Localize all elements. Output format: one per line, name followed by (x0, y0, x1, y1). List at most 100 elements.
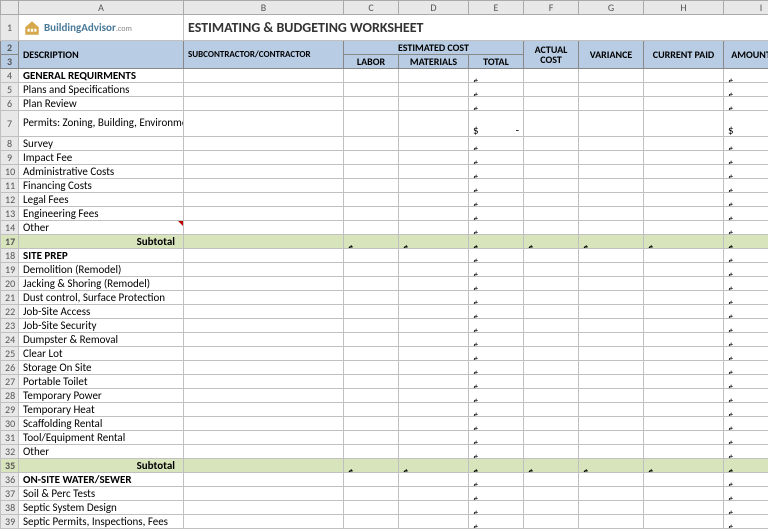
currentpaid-cell[interactable] (644, 165, 724, 179)
labor-cell[interactable] (344, 221, 399, 235)
variance-cell[interactable] (579, 431, 644, 445)
amountdue-cell[interactable]: $- (724, 249, 768, 263)
materials-cell[interactable] (399, 179, 469, 193)
total-cell[interactable]: $- (469, 179, 524, 193)
description-cell[interactable]: GENERAL REQUIRMENTS (19, 69, 184, 83)
materials-cell[interactable] (399, 473, 469, 487)
currentpaid-cell[interactable] (644, 207, 724, 221)
currentpaid-cell[interactable] (644, 319, 724, 333)
subtotal-value[interactable]: $- (644, 235, 724, 249)
materials-cell[interactable] (399, 97, 469, 111)
materials-cell[interactable] (399, 431, 469, 445)
actual-cell[interactable] (524, 151, 579, 165)
labor-cell[interactable] (344, 111, 399, 137)
actual-cell[interactable] (524, 305, 579, 319)
actual-cell[interactable] (524, 263, 579, 277)
subtotal-value[interactable]: $- (524, 235, 579, 249)
labor-cell[interactable] (344, 263, 399, 277)
amountdue-cell[interactable]: $- (724, 333, 768, 347)
variance-cell[interactable] (579, 193, 644, 207)
materials-cell[interactable] (399, 249, 469, 263)
currentpaid-cell[interactable] (644, 277, 724, 291)
variance-cell[interactable] (579, 389, 644, 403)
row-header[interactable]: 13 (1, 207, 19, 221)
subcontractor-cell[interactable] (184, 375, 344, 389)
description-cell[interactable]: Clear Lot (19, 347, 184, 361)
subcontractor-cell[interactable] (184, 347, 344, 361)
currentpaid-cell[interactable] (644, 375, 724, 389)
currentpaid-cell[interactable] (644, 501, 724, 515)
amountdue-cell[interactable]: $- (724, 137, 768, 151)
materials-cell[interactable] (399, 69, 469, 83)
actual-cell[interactable] (524, 431, 579, 445)
amountdue-cell[interactable]: $- (724, 221, 768, 235)
row-header[interactable]: 10 (1, 165, 19, 179)
amountdue-cell[interactable]: $- (724, 375, 768, 389)
materials-cell[interactable] (399, 165, 469, 179)
row-header[interactable]: 29 (1, 403, 19, 417)
labor-cell[interactable] (344, 179, 399, 193)
variance-cell[interactable] (579, 97, 644, 111)
total-cell[interactable]: $- (469, 249, 524, 263)
labor-cell[interactable] (344, 361, 399, 375)
actual-cell[interactable] (524, 249, 579, 263)
currentpaid-cell[interactable] (644, 249, 724, 263)
currentpaid-cell[interactable] (644, 179, 724, 193)
description-cell[interactable]: Temporary Power (19, 389, 184, 403)
description-cell[interactable]: Scaffolding Rental (19, 417, 184, 431)
row-header[interactable]: 32 (1, 445, 19, 459)
row-header[interactable]: 3 (1, 55, 19, 69)
materials-cell[interactable] (399, 417, 469, 431)
total-cell[interactable]: $- (469, 417, 524, 431)
amountdue-cell[interactable]: $- (724, 417, 768, 431)
subcontractor-cell[interactable] (184, 277, 344, 291)
amountdue-cell[interactable]: $- (724, 165, 768, 179)
col-header-C[interactable]: C (344, 1, 399, 15)
variance-cell[interactable] (579, 445, 644, 459)
col-header-D[interactable]: D (399, 1, 469, 15)
subtotal-value[interactable]: $- (724, 235, 768, 249)
materials-cell[interactable] (399, 151, 469, 165)
amountdue-cell[interactable]: $- (724, 361, 768, 375)
description-cell[interactable]: Septic Permits, Inspections, Fees (19, 515, 184, 529)
total-cell[interactable]: $- (469, 319, 524, 333)
actual-cell[interactable] (524, 487, 579, 501)
description-cell[interactable]: Legal Fees (19, 193, 184, 207)
amountdue-cell[interactable]: $- (724, 111, 768, 137)
actual-cell[interactable] (524, 333, 579, 347)
total-cell[interactable]: $- (469, 473, 524, 487)
row-header[interactable]: 7 (1, 111, 19, 137)
subcontractor-cell[interactable] (184, 417, 344, 431)
total-cell[interactable]: $- (469, 111, 524, 137)
amountdue-cell[interactable]: $- (724, 501, 768, 515)
variance-cell[interactable] (579, 403, 644, 417)
variance-cell[interactable] (579, 473, 644, 487)
currentpaid-cell[interactable] (644, 137, 724, 151)
description-cell[interactable]: Job-Site Security (19, 319, 184, 333)
amountdue-cell[interactable]: $- (724, 277, 768, 291)
labor-cell[interactable] (344, 165, 399, 179)
variance-cell[interactable] (579, 361, 644, 375)
subtotal-value[interactable]: $- (344, 235, 399, 249)
total-cell[interactable]: $- (469, 333, 524, 347)
total-cell[interactable]: $- (469, 305, 524, 319)
labor-cell[interactable] (344, 403, 399, 417)
total-cell[interactable]: $- (469, 137, 524, 151)
labor-cell[interactable] (344, 319, 399, 333)
variance-cell[interactable] (579, 179, 644, 193)
labor-cell[interactable] (344, 375, 399, 389)
actual-cell[interactable] (524, 137, 579, 151)
materials-cell[interactable] (399, 291, 469, 305)
subcontractor-cell[interactable] (184, 137, 344, 151)
total-cell[interactable]: $- (469, 151, 524, 165)
col-header-F[interactable]: F (524, 1, 579, 15)
description-cell[interactable]: SITE PREP (19, 249, 184, 263)
materials-cell[interactable] (399, 277, 469, 291)
description-cell[interactable]: Impact Fee (19, 151, 184, 165)
variance-cell[interactable] (579, 249, 644, 263)
row-header[interactable]: 8 (1, 137, 19, 151)
amountdue-cell[interactable]: $- (724, 347, 768, 361)
labor-cell[interactable] (344, 193, 399, 207)
description-cell[interactable]: Plans and Specifications (19, 83, 184, 97)
actual-cell[interactable] (524, 445, 579, 459)
